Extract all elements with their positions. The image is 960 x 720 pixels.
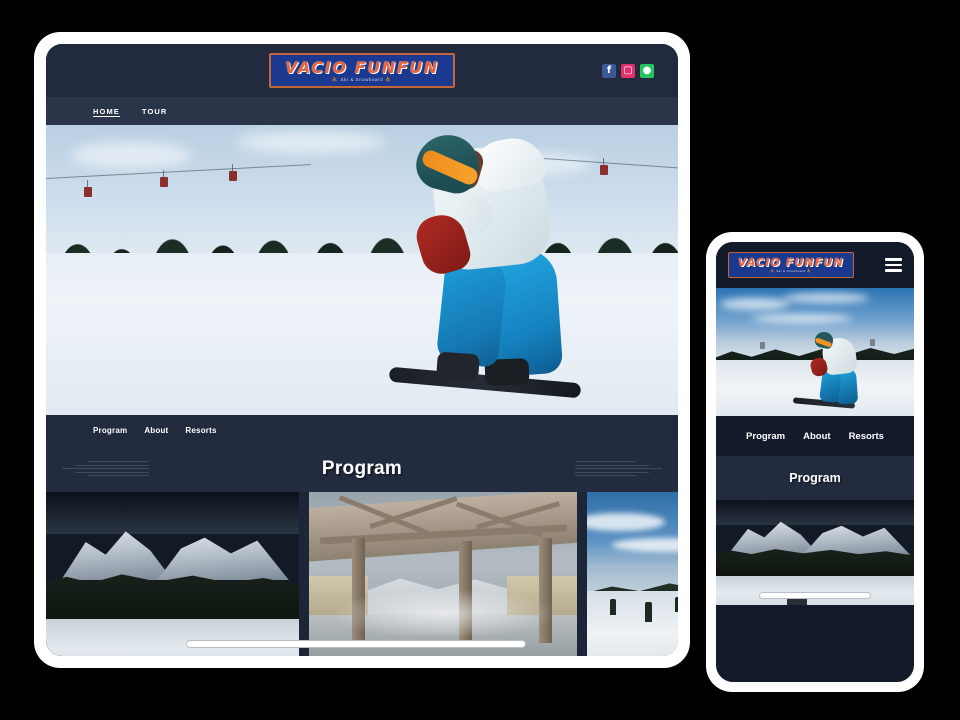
tree-shape [644,602,652,623]
phone-nav-item-resorts[interactable]: Resorts [849,431,884,442]
phone-section-navigation: Program About Resorts [716,416,914,456]
mountain-peak [61,531,173,580]
mountain-photo [46,492,299,656]
site-logo[interactable]: VACIO FUNFUN ⛹ Ski & Snowboard ⛹ [269,52,455,89]
cloud-shape [612,537,678,552]
snowfield-layer [716,575,914,605]
desktop-device-frame: VACIO FUNFUN ⛹ Ski & Snowboard ⛹ f ▢ ● H… [34,32,690,668]
phone-horizontal-scrollbar[interactable] [716,592,914,599]
cloud-shape [751,313,852,323]
phone-site-logo[interactable]: VACIO FUNFUN ⛹ Ski & Snowboard ⛹ [728,252,854,278]
site-header: VACIO FUNFUN ⛹ Ski & Snowboard ⛹ f ▢ ● [46,44,678,97]
tree-shape [674,596,678,612]
phone-page-title: Program [789,471,841,485]
horizontal-scrollbar[interactable] [46,640,678,648]
social-links: f ▢ ● [602,63,654,78]
cloud-shape [719,298,790,311]
nav-item-home[interactable]: HOME [93,107,120,116]
chairlift-chair [159,170,168,187]
program-section-header: Program [46,445,678,492]
snowboarder-boot [435,351,480,381]
phone-screen: VACIO FUNFUN ⛹ Ski & Snowboard ⛹ Program… [716,242,914,682]
hero-image [46,125,678,415]
sled-icon: ⛹ [331,77,339,84]
phone-device-frame: VACIO FUNFUN ⛹ Ski & Snowboard ⛹ Program… [706,232,924,692]
sky-layer [716,500,914,526]
chairlift-chair [870,339,876,347]
snowboarder-figure [375,128,585,407]
mountain-peak [157,537,289,580]
mountain-peak [803,525,911,555]
chairlift-chair [759,341,765,349]
desktop-screen: VACIO FUNFUN ⛹ Ski & Snowboard ⛹ f ▢ ● H… [46,44,678,656]
phone-logo-subtitle: ⛹ Ski & Snowboard ⛹ [738,269,844,274]
phone-hero-image [716,288,914,416]
logo-subtitle-text: Ski & Snowboard [340,77,384,83]
phone-logo-title: VACIO FUNFUN [738,256,844,270]
scrollbar-thumb[interactable] [759,592,871,599]
gallery-item-slope[interactable] [587,492,678,656]
phone-site-header: VACIO FUNFUN ⛹ Ski & Snowboard ⛹ [716,242,914,288]
logo-title: VACIO FUNFUN [285,57,439,77]
sled-icon: ⛹ [385,77,393,84]
cloud-shape [587,513,665,532]
decorative-lines-right [575,459,670,479]
chairlift-chair [229,164,238,181]
phone-snowboarder-figure [793,329,861,409]
gallery-item-mountain[interactable] [46,492,299,656]
phone-nav-item-program[interactable]: Program [746,431,785,442]
main-navigation: HOME TOUR [46,97,678,125]
snowfield-layer [46,618,299,656]
subnav-item-about[interactable]: About [144,426,168,435]
tree-shape [609,599,616,616]
phone-mountain-photo [716,500,914,605]
steam-effect [309,562,577,637]
decorative-lines-left [54,459,149,479]
sled-icon: ⛹ [806,269,812,274]
subnav-item-resorts[interactable]: Resorts [185,426,216,435]
subnav-item-program[interactable]: Program [93,426,127,435]
line-icon[interactable]: ● [640,63,654,78]
nav-item-tour[interactable]: TOUR [142,107,168,116]
scrollbar-track[interactable] [58,640,666,648]
onsen-photo [309,492,577,656]
slope-photo [587,492,678,656]
chairlift-chair [600,158,609,175]
phone-program-section-header: Program [716,456,914,500]
instagram-icon[interactable]: ▢ [621,63,635,78]
hamburger-menu-icon[interactable] [885,258,902,272]
facebook-icon[interactable]: f [602,63,616,78]
program-gallery [46,492,678,656]
scrollbar-thumb[interactable] [185,640,527,648]
section-navigation: Program About Resorts [46,415,678,445]
phone-program-gallery[interactable] [716,500,914,605]
page-title: Program [321,457,403,479]
sky-layer [46,492,299,535]
logo-subtitle: ⛹ Ski & Snowboard ⛹ [285,78,439,83]
phone-logo-subtitle-text: Ski & Snowboard [776,269,806,274]
phone-nav-item-about[interactable]: About [803,431,830,442]
cloud-shape [783,293,870,304]
cloud-shape [235,130,386,153]
gallery-item-onsen[interactable] [309,492,577,656]
chairlift-chair [83,180,92,197]
sled-icon: ⛹ [770,269,776,274]
